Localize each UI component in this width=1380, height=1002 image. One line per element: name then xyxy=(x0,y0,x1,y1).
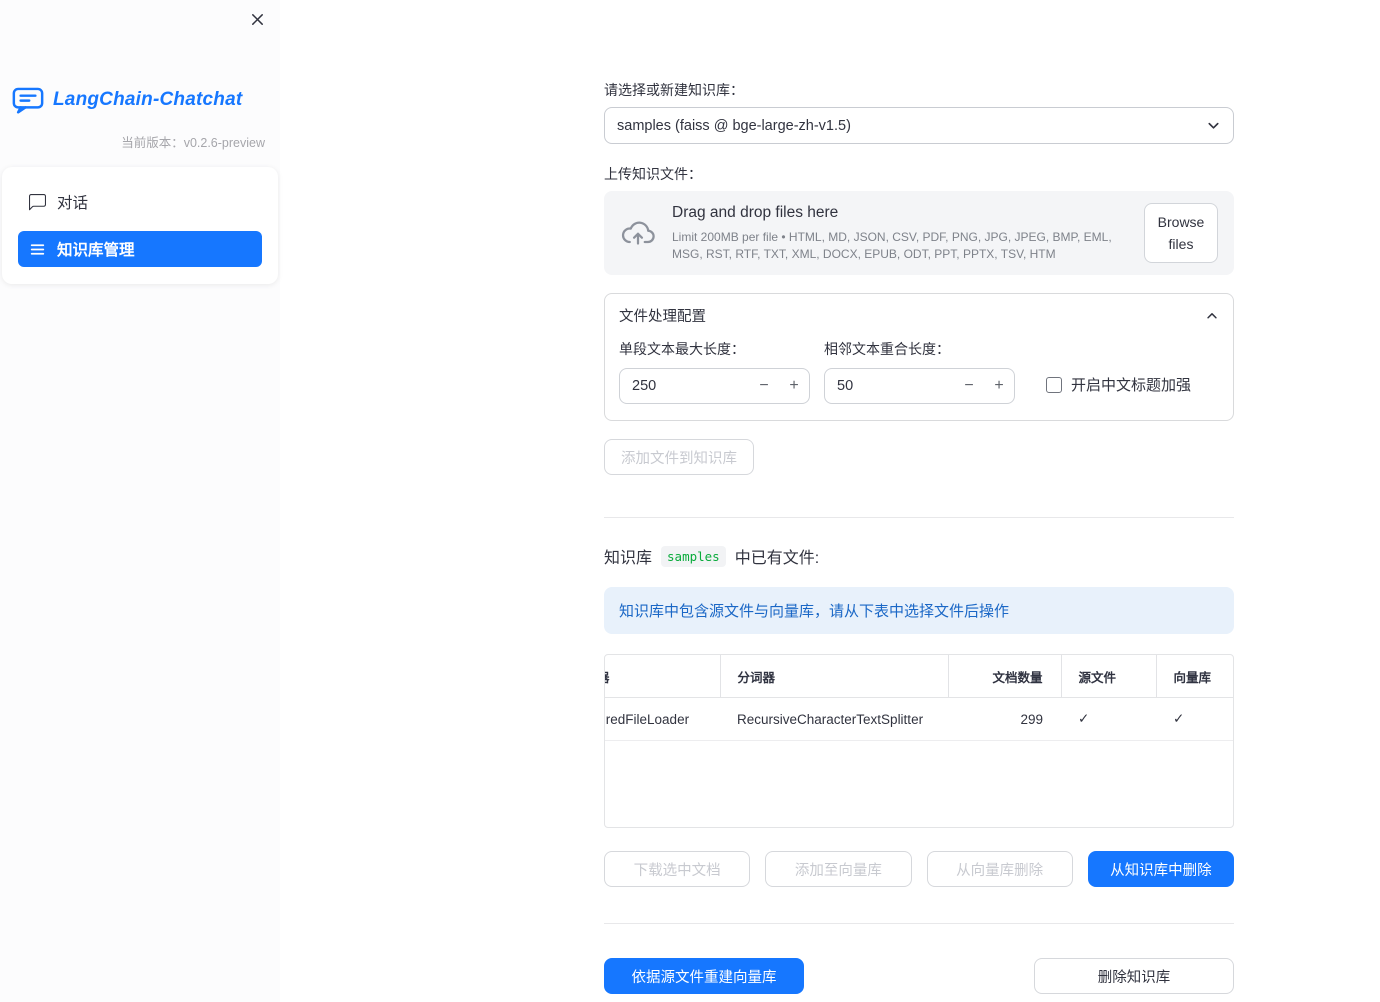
cell-splitter: RecursiveCharacterTextSplitter xyxy=(720,697,948,741)
browse-files-button[interactable]: Browse files xyxy=(1144,202,1218,264)
delete-from-vector-store-button[interactable]: 从向量库删除 xyxy=(926,851,1073,887)
overlap-size-label: 相邻文本重合长度： xyxy=(824,341,950,357)
upload-label: 上传知识文件： xyxy=(604,166,702,182)
chevron-up-icon xyxy=(1205,309,1219,323)
col-header-doc-count[interactable]: 文档数量 xyxy=(947,655,1061,698)
files-heading-prefix: 知识库 xyxy=(604,550,653,567)
chunk-size-value: 250 xyxy=(632,378,657,394)
main-content: 请选择或新建知识库： samples (faiss @ bge-large-zh… xyxy=(280,0,1380,1002)
add-to-vector-store-button[interactable]: 添加至向量库 xyxy=(765,851,912,887)
chunk-size-input[interactable]: 250 − + xyxy=(619,368,810,404)
menu-item-label: 对话 xyxy=(57,195,89,212)
table-header-row: 文档加载器 分词器 文档数量 源文件 向量库 xyxy=(605,655,1233,698)
col-header-vector-store[interactable]: 向量库 xyxy=(1155,655,1233,698)
add-files-to-kb-button[interactable]: 添加文件到知识库 xyxy=(604,439,754,475)
sidebar-item-dialogue[interactable]: 对话 xyxy=(18,184,262,220)
logo-chat-icon xyxy=(12,86,44,114)
file-uploader-dropzone[interactable]: Drag and drop files here Limit 200MB per… xyxy=(604,191,1234,275)
col-header-source-file[interactable]: 源文件 xyxy=(1060,655,1156,698)
files-table[interactable]: 文档加载器 分词器 文档数量 源文件 向量库 UnstructuredFileL… xyxy=(604,654,1234,828)
overlap-size-increment-button[interactable]: + xyxy=(984,377,1014,395)
files-heading-suffix: 中已有文件: xyxy=(734,550,820,567)
cell-vector-store-check: ✓ xyxy=(1156,697,1233,741)
chunk-size-increment-button[interactable]: + xyxy=(779,377,809,395)
app-logo: LangChain-Chatchat xyxy=(12,86,280,114)
zh-title-checkbox-label: 开启中文标题加强 xyxy=(1071,377,1192,394)
info-banner: 知识库中包含源文件与向量库，请从下表中选择文件后操作 xyxy=(604,587,1234,634)
expander-body: 单段文本最大长度： 250 − + 相邻文本重合长度： 50 − + 开启中文标… xyxy=(605,335,1233,420)
delete-from-kb-button[interactable]: 从知识库中删除 xyxy=(1087,851,1234,887)
menu-item-label: 知识库管理 xyxy=(57,242,135,259)
expander-header[interactable]: 文件处理配置 xyxy=(605,294,1233,335)
existing-files-heading: 知识库 samples 中已有文件: xyxy=(604,544,1234,568)
overlap-size-value: 50 xyxy=(837,378,854,394)
dropzone-text: Drag and drop files here Limit 200MB per… xyxy=(672,204,1128,261)
files-table-inner: 文档加载器 分词器 文档数量 源文件 向量库 UnstructuredFileL… xyxy=(605,655,1233,741)
cloud-upload-icon xyxy=(620,218,656,248)
chunk-size-label: 单段文本最大长度： xyxy=(619,341,745,357)
dropzone-limit: Limit 200MB per file • HTML, MD, JSON, C… xyxy=(672,230,1112,261)
rebuild-vector-store-button[interactable]: 依据源文件重建向量库 xyxy=(604,958,804,994)
download-selected-button[interactable]: 下载选中文档 xyxy=(604,851,751,887)
cell-doc-count: 299 xyxy=(948,697,1061,741)
expander-title: 文件处理配置 xyxy=(619,309,706,325)
kb-selectbox[interactable]: samples (faiss @ bge-large-zh-v1.5) xyxy=(604,107,1234,144)
sidebar-item-kb-management[interactable]: 知识库管理 xyxy=(18,231,262,267)
cell-source-file-check: ✓ xyxy=(1061,697,1156,741)
chat-icon xyxy=(29,193,46,211)
sidebar-close-button[interactable] xyxy=(246,8,268,30)
list-icon xyxy=(29,241,46,258)
cell-loader: UnstructuredFileLoader xyxy=(605,697,720,741)
zh-title-checkbox-row[interactable]: 开启中文标题加强 xyxy=(1046,374,1191,395)
file-action-buttons: 下载选中文档 添加至向量库 从向量库删除 从知识库中删除 xyxy=(604,851,1234,887)
delete-kb-button[interactable]: 删除知识库 xyxy=(1034,958,1234,994)
kb-select-label: 请选择或新建知识库： xyxy=(604,82,744,98)
logo-text: LangChain-Chatchat xyxy=(53,89,243,110)
kb-bottom-buttons: 依据源文件重建向量库 删除知识库 xyxy=(604,958,1234,994)
file-config-expander: 文件处理配置 单段文本最大长度： 250 − + 相邻文本重合长度： 50 − … xyxy=(604,293,1234,421)
col-header-loader[interactable]: 文档加载器 xyxy=(605,655,720,698)
kb-name-code: samples xyxy=(661,545,726,567)
col-header-splitter[interactable]: 分词器 xyxy=(719,655,948,698)
close-icon xyxy=(250,12,265,27)
overlap-size-input[interactable]: 50 − + xyxy=(824,368,1015,404)
overlap-size-decrement-button[interactable]: − xyxy=(954,377,984,395)
zh-title-checkbox[interactable] xyxy=(1046,376,1062,393)
kb-selectbox-value: samples (faiss @ bge-large-zh-v1.5) xyxy=(617,117,851,134)
divider xyxy=(604,923,1234,924)
divider xyxy=(604,517,1234,518)
sidebar-menu: 对话 知识库管理 xyxy=(2,167,278,284)
dropzone-title: Drag and drop files here xyxy=(672,204,839,222)
chunk-size-decrement-button[interactable]: − xyxy=(749,377,779,395)
table-row[interactable]: UnstructuredFileLoader RecursiveCharacte… xyxy=(605,697,1233,741)
sidebar: LangChain-Chatchat 当前版本：v0.2.6-preview 对… xyxy=(0,0,280,1002)
version-label: 当前版本：v0.2.6-preview xyxy=(121,136,265,150)
chevron-down-icon xyxy=(1206,118,1221,133)
